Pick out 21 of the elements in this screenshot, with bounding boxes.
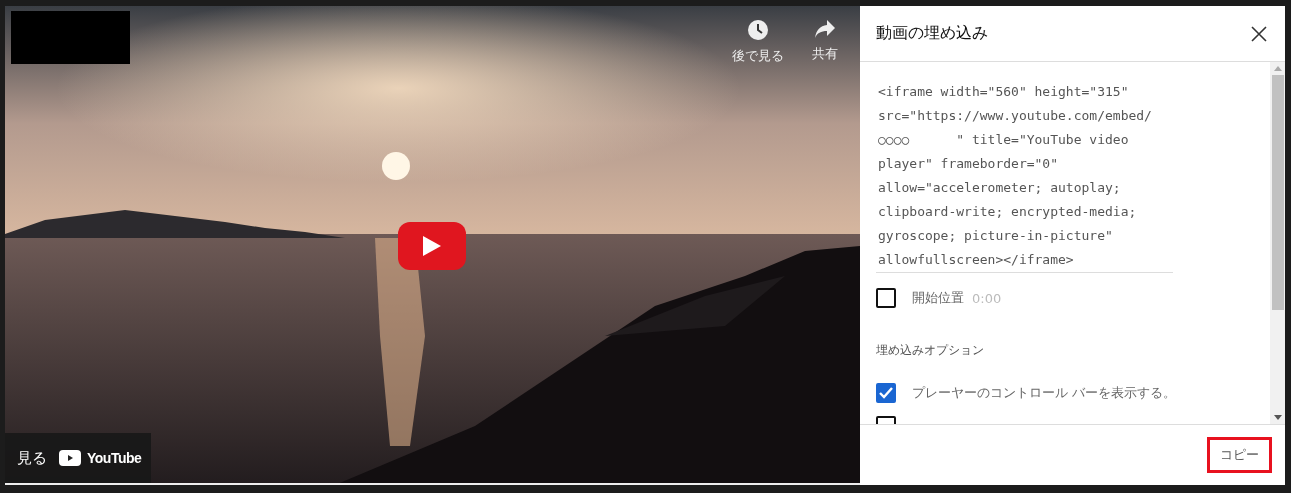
copy-button[interactable]: コピー <box>1207 437 1272 473</box>
start-time-label: 開始位置 <box>912 289 964 307</box>
scroll-down-icon[interactable] <box>1273 415 1282 420</box>
clock-icon[interactable] <box>747 19 769 41</box>
close-icon[interactable] <box>1251 25 1267 42</box>
play-button[interactable] <box>398 222 466 270</box>
share-icon[interactable] <box>814 19 836 39</box>
action-label[interactable]: 後で見る <box>732 47 784 65</box>
watch-on-youtube-button[interactable]: 見る YouTube <box>5 433 152 483</box>
start-time-checkbox[interactable] <box>876 288 896 308</box>
dialog-title: 動画の埋め込み <box>876 23 988 44</box>
option-checkbox[interactable] <box>876 383 896 403</box>
video-player[interactable]: 後で見る 共有 見る YouTube <box>5 6 860 485</box>
play-icon <box>423 236 441 256</box>
play-logo-icon <box>59 450 81 466</box>
option-label: プレーヤーのコントロール バーを表示する。 <box>912 384 1177 402</box>
action-label[interactable]: 共有 <box>812 45 838 63</box>
options-heading: 埋め込みオプション <box>876 342 985 359</box>
embed-code-field[interactable]: <iframe width="560" height="315" src="https://www.youtube.com/embed/ ○○○○ " title="YouTube video player" frameborder="0" allow="accelerometer; autoplay; clipboard-write; encrypted-media; gyroscope; picture-in-picture" allowfullscreen></iframe> <box>876 78 1173 273</box>
scrollbar-thumb[interactable] <box>1271 75 1284 310</box>
scrollbar[interactable] <box>1270 62 1285 424</box>
